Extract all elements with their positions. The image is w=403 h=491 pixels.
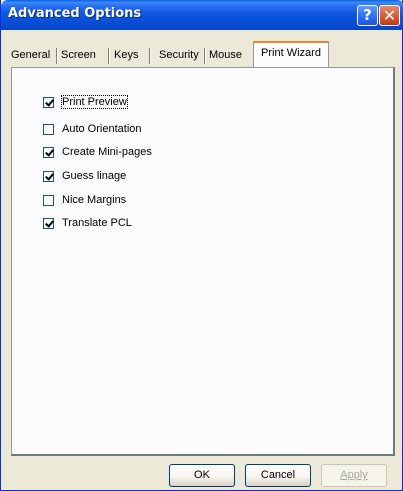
tab-mouse[interactable]: Mouse [209,44,242,66]
tab-security[interactable]: Security [159,44,199,66]
tab-print-wizard[interactable]: Print Wizard [253,41,329,67]
tab-divider [108,48,110,64]
tab-general[interactable]: General [11,44,50,66]
cancel-button[interactable]: Cancel [245,464,311,487]
option-nice-margins[interactable]: Nice Margins [43,193,126,207]
print-preview-label[interactable]: Print Preview [61,95,128,109]
guess-linage-label[interactable]: Guess linage [62,170,126,182]
translate-pcl-checkbox[interactable] [43,217,54,229]
option-translate-pcl[interactable]: Translate PCL [43,216,132,230]
option-print-preview[interactable]: Print Preview [43,95,128,109]
option-guess-linage[interactable]: Guess linage [43,169,126,183]
help-icon: ? [363,6,372,24]
advanced-options-dialog: Advanced Options ? ✕ General Screen Keys… [0,0,403,491]
print-preview-checkbox[interactable] [43,96,54,108]
tab-divider [56,48,58,64]
help-button[interactable]: ? [357,5,378,26]
tab-keys[interactable]: Keys [114,44,138,66]
auto-orientation-checkbox[interactable] [43,123,54,135]
create-mini-pages-checkbox[interactable] [43,146,54,158]
close-icon: ✕ [382,6,397,25]
close-button[interactable]: ✕ [379,5,400,26]
tab-screen[interactable]: Screen [61,44,96,66]
print-wizard-panel: Print Preview Auto Orientation Create Mi… [11,67,395,456]
nice-margins-checkbox[interactable] [43,194,54,206]
create-mini-pages-label[interactable]: Create Mini-pages [62,146,152,158]
guess-linage-checkbox[interactable] [43,170,54,182]
apply-label: Apply [340,469,368,481]
auto-orientation-label[interactable]: Auto Orientation [62,123,142,135]
ok-button[interactable]: OK [169,464,235,487]
tab-divider [149,48,151,64]
option-auto-orientation[interactable]: Auto Orientation [43,122,142,136]
translate-pcl-label[interactable]: Translate PCL [62,217,132,229]
title-bar[interactable]: Advanced Options ? ✕ [1,0,403,30]
tab-divider [204,48,206,64]
nice-margins-label[interactable]: Nice Margins [62,194,126,206]
apply-button[interactable]: Apply [321,464,387,487]
window-title: Advanced Options [8,6,142,21]
option-create-mini-pages[interactable]: Create Mini-pages [43,145,152,159]
